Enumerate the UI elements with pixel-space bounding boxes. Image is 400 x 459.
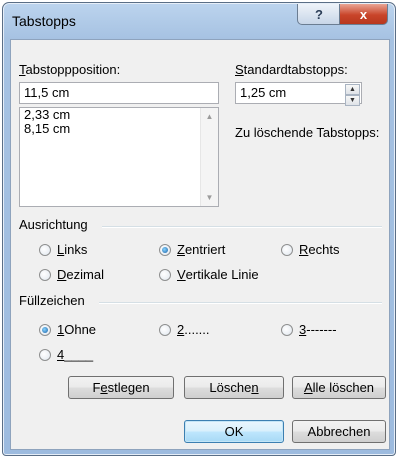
radio-align-center[interactable]: Zentriert (159, 242, 225, 257)
radio-dot[interactable] (159, 323, 171, 336)
dialog-body: Tabstoppposition: 11,5 cm 2,33 cm 8,15 c… (10, 39, 390, 450)
tabposition-label: Tabstoppposition: (19, 62, 121, 77)
close-icon: x (359, 6, 368, 22)
radio-dot[interactable] (39, 268, 51, 281)
standard-value: 1,25 cm (240, 85, 287, 100)
leader-divider (99, 302, 382, 304)
radio-leader-dashes[interactable]: 3 ------- (281, 322, 337, 337)
radio-dot[interactable] (159, 268, 171, 281)
radio-dot-selected[interactable] (159, 243, 171, 256)
window-title: Tabstopps (12, 13, 76, 29)
radio-dot[interactable] (39, 348, 51, 361)
radio-leader-underline[interactable]: 4 ____ (39, 347, 93, 362)
radio-leader-dots[interactable]: 2 ....... (159, 322, 210, 337)
alignment-group-title: Ausrichtung (19, 217, 88, 232)
delete-tabs-label: Zu löschende Tabstopps: (235, 125, 380, 140)
tabstopps-dialog: Tabstopps ? x Tabstoppposition: 11,5 cm … (2, 2, 396, 456)
clear-all-button[interactable]: Alle löschen (292, 376, 386, 399)
list-item[interactable]: 8,15 cm (20, 122, 218, 136)
close-button[interactable]: x (339, 4, 388, 25)
radio-align-decimal[interactable]: Dezimal (39, 267, 104, 282)
radio-align-left[interactable]: Links (39, 242, 87, 257)
radio-align-right[interactable]: Rechts (281, 242, 339, 257)
spin-buttons[interactable]: ▲ ▼ (345, 84, 360, 106)
list-item[interactable]: 2,33 cm (20, 108, 218, 122)
tabposition-input[interactable]: 11,5 cm (19, 82, 219, 104)
list-scrollbar[interactable]: ▲ ▼ (200, 108, 218, 206)
leader-group-title: Füllzeichen (19, 293, 85, 308)
radio-leader-none[interactable]: 1 Ohne (39, 322, 96, 337)
title-bar[interactable]: Tabstopps ? x (3, 3, 395, 39)
radio-dot[interactable] (281, 323, 293, 336)
spin-up-icon[interactable]: ▲ (345, 84, 360, 95)
scroll-up-icon[interactable]: ▲ (201, 108, 218, 125)
standard-spin-input[interactable]: 1,25 cm ▲ ▼ (235, 82, 362, 106)
radio-align-bar[interactable]: Vertikale Linie (159, 267, 259, 282)
scroll-down-icon[interactable]: ▼ (201, 189, 218, 206)
radio-dot[interactable] (281, 243, 293, 256)
help-icon: ? (315, 6, 323, 22)
help-button[interactable]: ? (297, 4, 341, 25)
clear-button[interactable]: Lösche n (184, 376, 284, 399)
cancel-button[interactable]: Abbrechen (292, 420, 386, 443)
standard-label: Standardtabstopps: (235, 62, 348, 77)
ok-button[interactable]: OK (184, 420, 284, 443)
spin-down-icon[interactable]: ▼ (345, 95, 360, 106)
tabposition-list[interactable]: 2,33 cm 8,15 cm ▲ ▼ (19, 107, 219, 207)
radio-dot-selected[interactable] (39, 323, 51, 336)
set-button[interactable]: Fe stlegen (68, 376, 174, 399)
radio-dot[interactable] (39, 243, 51, 256)
alignment-divider (102, 226, 382, 228)
